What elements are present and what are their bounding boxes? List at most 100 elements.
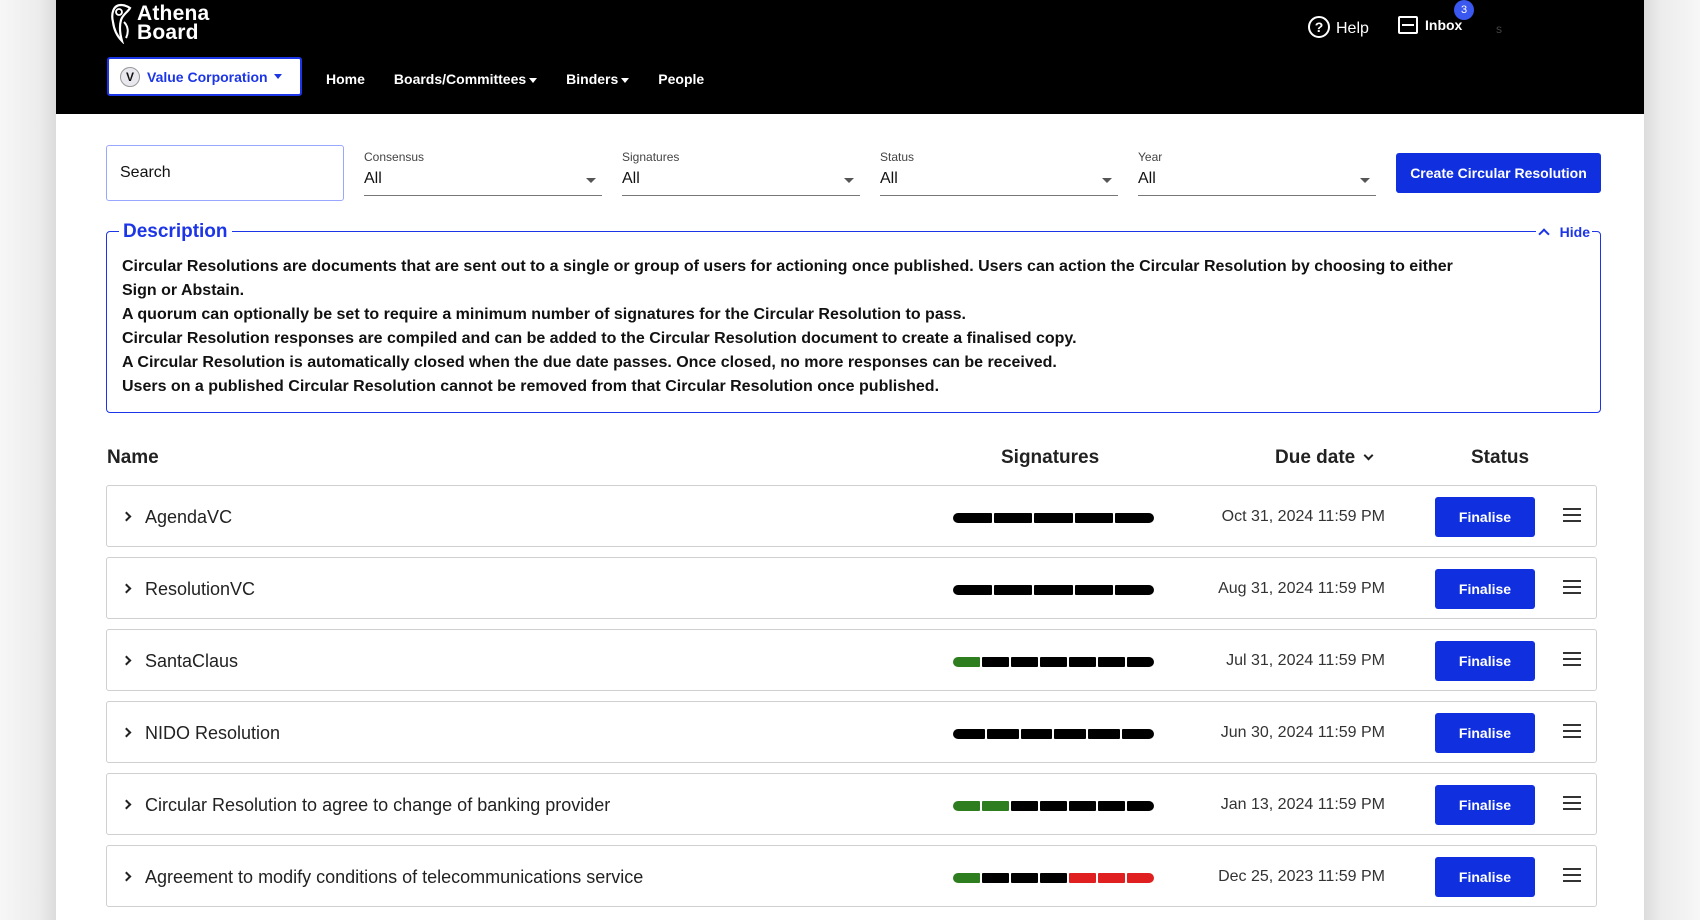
- signature-segment-pending: [1011, 657, 1038, 667]
- finalise-button[interactable]: Finalise: [1435, 857, 1535, 897]
- hamburger-menu-icon[interactable]: [1563, 580, 1581, 594]
- finalise-button[interactable]: Finalise: [1435, 569, 1535, 609]
- table-row[interactable]: ResolutionVC Aug 31, 2024 11:59 PM Finalis…: [106, 557, 1597, 619]
- help-label: Help: [1336, 20, 1369, 37]
- inbox-count-badge: 3: [1454, 0, 1474, 20]
- logo-wordmark: Athena Board: [137, 3, 209, 43]
- signature-segment-pending: [1034, 513, 1073, 523]
- consensus-filter[interactable]: Consensus All: [364, 150, 602, 196]
- chevron-right-icon[interactable]: [121, 799, 132, 810]
- row-name: SantaClaus: [145, 651, 239, 671]
- question-circle-icon: ?: [1308, 16, 1330, 38]
- nav-binders[interactable]: Binders: [566, 71, 630, 87]
- due-date-label: Due date: [1275, 447, 1356, 468]
- table-row[interactable]: AgendaVC Oct 31, 2024 11:59 PM Finalise: [106, 485, 1597, 547]
- description-panel: Description Hide Circular Resolutions ar…: [106, 221, 1601, 413]
- chevron-right-icon[interactable]: [121, 655, 132, 666]
- hamburger-menu-icon[interactable]: [1563, 868, 1581, 882]
- inbox-label: Inbox: [1425, 17, 1463, 33]
- signature-segment-pending: [1040, 801, 1067, 811]
- search-input[interactable]: Search: [106, 145, 344, 201]
- status-filter-label: Status: [880, 150, 915, 164]
- signature-segment-pending: [1098, 657, 1125, 667]
- signature-progress-bar: [953, 513, 1154, 523]
- hamburger-menu-icon[interactable]: [1563, 508, 1581, 522]
- signature-segment-abstained: [1127, 873, 1154, 883]
- signature-segment-pending: [1115, 513, 1154, 523]
- row-name: NIDO Resolution: [145, 723, 281, 743]
- chevron-right-icon[interactable]: [121, 511, 132, 522]
- signature-segment-pending: [1040, 873, 1067, 883]
- dropdown-arrow-icon: [1102, 178, 1112, 183]
- signature-segment-pending: [953, 729, 985, 739]
- help-link[interactable]: ? Help: [1308, 16, 1369, 38]
- due-date-value: Jan 13, 2024 11:59 PM: [1220, 796, 1385, 813]
- inbox-icon: [1398, 16, 1418, 34]
- signature-segment-pending: [1127, 801, 1154, 811]
- signatures-filter[interactable]: Signatures All: [622, 150, 860, 196]
- signature-segment-pending: [1115, 585, 1154, 595]
- dropdown-arrow-icon: [844, 178, 854, 183]
- signature-segment-signed: [953, 801, 980, 811]
- hamburger-menu-icon[interactable]: [1563, 652, 1581, 666]
- signature-segment-signed: [953, 657, 980, 667]
- due-date-value: Jul 31, 2024 11:59 PM: [1226, 652, 1385, 669]
- finalise-button[interactable]: Finalise: [1435, 785, 1535, 825]
- organization-selector[interactable]: V Value Corporation: [107, 57, 302, 96]
- chevron-right-icon[interactable]: [121, 871, 132, 882]
- signatures-filter-label: Signatures: [622, 150, 680, 164]
- column-header-status: Status: [1471, 447, 1530, 468]
- inbox-link[interactable]: Inbox: [1398, 16, 1462, 34]
- row-name: Circular Resolution to agree to change o…: [145, 795, 611, 815]
- signature-segment-pending: [982, 657, 1009, 667]
- nav-people[interactable]: People: [658, 71, 704, 87]
- signature-segment-pending: [1074, 513, 1114, 523]
- main-nav: Home Boards/Committees Binders People: [326, 71, 733, 87]
- table-row[interactable]: SantaClaus Jul 31, 2024 11:59 PM Finalise: [106, 629, 1597, 691]
- hide-label: Hide: [1559, 224, 1590, 240]
- status-filter-value: All: [880, 170, 898, 187]
- nav-home-label: Home: [326, 71, 365, 87]
- dropdown-arrow-icon: [586, 178, 596, 183]
- chevron-up-icon: [1537, 228, 1550, 240]
- row-name: Agreement to modify conditions of teleco…: [145, 867, 644, 887]
- signature-segment-pending: [1127, 657, 1154, 667]
- finalise-button[interactable]: Finalise: [1435, 641, 1535, 681]
- search-placeholder: Search: [120, 164, 171, 181]
- status-filter[interactable]: Status All: [880, 150, 1118, 196]
- signature-segment-pending: [1088, 729, 1121, 739]
- signature-segment-pending: [1122, 729, 1154, 739]
- nav-boards-committees[interactable]: Boards/Committees: [394, 71, 538, 87]
- nav-home[interactable]: Home: [326, 71, 365, 87]
- year-filter-label: Year: [1138, 150, 1163, 164]
- column-header-due-date[interactable]: Due date: [1275, 447, 1374, 469]
- signatures-filter-value: All: [622, 170, 640, 187]
- chevron-right-icon[interactable]: [121, 583, 132, 594]
- finalise-button[interactable]: Finalise: [1435, 713, 1535, 753]
- due-date-value: Oct 31, 2024 11:59 PM: [1221, 508, 1385, 525]
- table-row[interactable]: Circular Resolution to agree to change o…: [106, 773, 1597, 835]
- signature-segment-pending: [1074, 585, 1114, 595]
- organization-name: Value Corporation: [147, 68, 268, 85]
- create-circular-resolution-button[interactable]: Create Circular Resolution: [1396, 153, 1601, 193]
- year-filter[interactable]: Year All: [1138, 150, 1376, 196]
- year-filter-value: All: [1138, 170, 1156, 187]
- table-row[interactable]: Agreement to modify conditions of teleco…: [106, 845, 1597, 907]
- signature-segment-pending: [1069, 801, 1096, 811]
- chevron-right-icon[interactable]: [121, 727, 132, 738]
- nav-people-label: People: [658, 71, 705, 87]
- description-line: A quorum can optionally be set to requir…: [122, 306, 966, 323]
- column-header-name: Name: [107, 447, 159, 468]
- hide-description-button[interactable]: Hide: [1535, 224, 1592, 240]
- window-shadow-right: [1644, 0, 1700, 920]
- finalise-button[interactable]: Finalise: [1435, 497, 1535, 537]
- athena-board-logo[interactable]: Athena Board: [108, 0, 209, 46]
- user-menu[interactable]: s: [1496, 22, 1502, 36]
- signature-segment-pending: [1034, 585, 1073, 595]
- sort-chevron-down-icon: [1363, 450, 1374, 461]
- table-row[interactable]: NIDO Resolution Jun 30, 2024 11:59 PM Fina…: [106, 701, 1597, 763]
- hamburger-menu-icon[interactable]: [1563, 724, 1581, 738]
- hamburger-menu-icon[interactable]: [1563, 796, 1581, 810]
- row-name: ResolutionVC: [145, 579, 256, 599]
- owl-logo-icon: [111, 3, 132, 44]
